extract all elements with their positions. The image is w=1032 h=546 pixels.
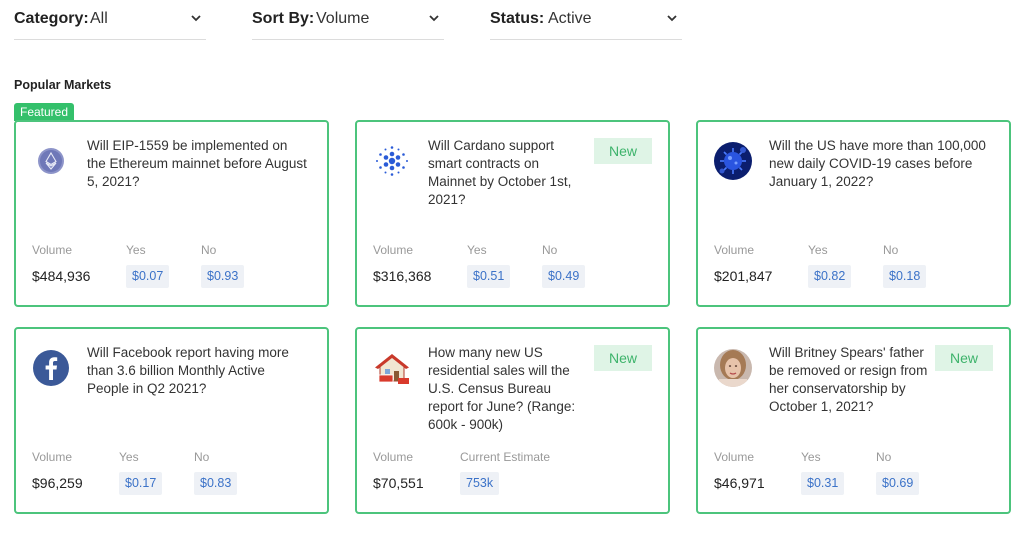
volume-value: $201,847 (714, 268, 773, 284)
no-label: No (542, 243, 558, 257)
no-price[interactable]: $0.69 (876, 472, 920, 495)
market-question: Will Facebook report having more than 3.… (87, 345, 289, 396)
volume-value: $484,936 (32, 268, 91, 284)
cardano-logo-icon (376, 146, 408, 176)
yes-price[interactable]: $0.31 (801, 472, 845, 495)
market-card[interactable]: Will EIP-1559 be implemented on the Ethe… (14, 120, 329, 307)
volume-value: $316,368 (373, 268, 432, 284)
no-label: No (201, 243, 217, 257)
category-filter-value: All (90, 10, 108, 27)
no-price[interactable]: $0.18 (883, 265, 927, 288)
new-badge: New (594, 345, 652, 371)
ethereum-logo-icon (38, 148, 64, 174)
market-card[interactable]: Will the US have more than 100,000 new d… (696, 120, 1011, 307)
yes-price[interactable]: $0.07 (126, 265, 170, 288)
volume-value: $96,259 (32, 475, 83, 491)
house-for-sale-icon (375, 354, 409, 384)
yes-price[interactable]: $0.17 (119, 472, 163, 495)
no-price[interactable]: $0.83 (194, 472, 238, 495)
market-question: How many new US residential sales will t… (428, 345, 576, 432)
facebook-logo-icon (33, 350, 69, 386)
chevron-down-icon (191, 15, 201, 22)
category-filter[interactable]: Category: All (14, 0, 206, 40)
yes-label: Yes (808, 243, 828, 257)
status-filter-label: Status: (490, 10, 545, 27)
market-card[interactable]: How many new US residential sales will t… (355, 327, 670, 514)
market-question: Will Britney Spears' father be removed o… (769, 345, 928, 414)
featured-badge: Featured (14, 103, 75, 121)
yes-label: Yes (126, 243, 146, 257)
category-filter-label: Category: (14, 10, 89, 27)
new-badge: New (594, 138, 652, 164)
volume-label: Volume (714, 450, 755, 464)
market-card[interactable]: Will Facebook report having more than 3.… (14, 327, 329, 514)
volume-label: Volume (32, 450, 73, 464)
section-title: Popular Markets (14, 78, 112, 92)
market-card[interactable]: Will Cardano support smart contracts on … (355, 120, 670, 307)
yes-price[interactable]: $0.82 (808, 265, 852, 288)
no-label: No (883, 243, 899, 257)
sort-by-filter[interactable]: Sort By: Volume (252, 0, 444, 40)
no-label: No (194, 450, 210, 464)
volume-value: $46,971 (714, 475, 765, 491)
status-filter[interactable]: Status: Active (490, 0, 682, 40)
no-label: No (876, 450, 892, 464)
market-card[interactable]: Will Britney Spears' father be removed o… (696, 327, 1011, 514)
volume-label: Volume (714, 243, 755, 257)
estimate-value[interactable]: 753k (460, 472, 500, 495)
market-question: Will the US have more than 100,000 new d… (769, 138, 986, 189)
volume-label: Volume (373, 243, 414, 257)
market-question: Will Cardano support smart contracts on … (428, 138, 572, 207)
estimate-label: Current Estimate (460, 450, 551, 464)
yes-label: Yes (801, 450, 821, 464)
no-price[interactable]: $0.93 (201, 265, 245, 288)
britney-spears-avatar (714, 349, 752, 387)
yes-label: Yes (119, 450, 139, 464)
yes-label: Yes (467, 243, 487, 257)
yes-price[interactable]: $0.51 (467, 265, 511, 288)
chevron-down-icon (667, 15, 677, 22)
volume-label: Volume (373, 450, 414, 464)
chevron-down-icon (429, 15, 439, 22)
no-price[interactable]: $0.49 (542, 265, 586, 288)
sort-by-filter-value: Volume (316, 10, 370, 27)
volume-value: $70,551 (373, 475, 424, 491)
covid-virus-icon (714, 142, 752, 180)
volume-label: Volume (32, 243, 73, 257)
new-badge: New (935, 345, 993, 371)
sort-by-filter-label: Sort By: (252, 10, 315, 27)
status-filter-value: Active (548, 10, 592, 27)
market-question: Will EIP-1559 be implemented on the Ethe… (87, 138, 307, 189)
